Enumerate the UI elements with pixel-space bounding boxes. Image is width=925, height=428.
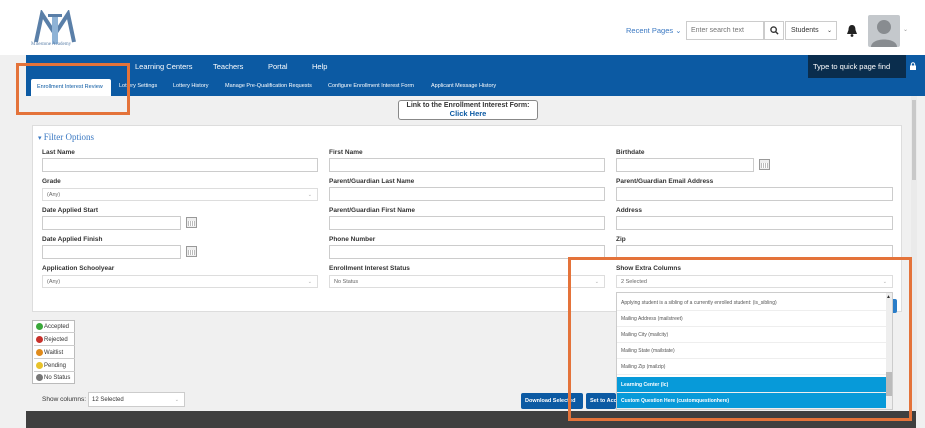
interest-status-select[interactable]: No Status ⌄ — [329, 275, 605, 288]
students-select-value: Students — [791, 27, 819, 34]
schoolyear-select-value: (Any) — [47, 279, 61, 285]
interest-status-label: Enrollment Interest Status — [329, 265, 410, 272]
legend-no-status: No Status — [34, 372, 75, 384]
birthdate-label: Birthdate — [616, 149, 645, 156]
date-applied-start-label: Date Applied Start — [42, 207, 99, 214]
highlight-box-dropdown — [568, 257, 912, 421]
grade-select[interactable]: (Any) ⌄ — [42, 188, 318, 201]
legend-pending-label: Pending — [44, 363, 67, 369]
interest-status-select-value: No Status — [334, 279, 359, 285]
show-columns-select-value: 12 Selected — [92, 397, 124, 403]
date-applied-finish-input[interactable] — [42, 245, 181, 259]
legend-accepted-label: Accepted — [44, 324, 70, 330]
guardian-email-input[interactable] — [616, 187, 893, 201]
students-select[interactable]: Students ⌄ — [785, 21, 837, 40]
first-name-input[interactable] — [329, 158, 605, 172]
nav-portal[interactable]: Portal — [268, 62, 288, 71]
lock-icon — [910, 62, 916, 70]
legend-rejected-label: Rejected — [44, 337, 68, 343]
show-columns-label: Show columns: — [42, 396, 87, 403]
page-scroll-thumb[interactable] — [912, 100, 916, 180]
guardian-last-name-label: Parent/Guardian Last Name — [329, 178, 415, 185]
calendar-icon[interactable] — [186, 246, 197, 257]
no-status-icon — [36, 374, 43, 381]
chevron-down-icon: ⌄ — [826, 28, 832, 34]
guardian-first-name-input[interactable] — [329, 216, 605, 230]
sub-nav: Lottery Settings Lottery History Manage … — [26, 78, 925, 96]
show-columns-select[interactable]: 12 Selected ⌄ — [88, 392, 185, 407]
guardian-first-name-label: Parent/Guardian First Name — [329, 207, 415, 214]
waitlist-icon — [36, 349, 43, 356]
pending-icon — [36, 362, 43, 369]
guardian-email-label: Parent/Guardian Email Address — [616, 178, 714, 185]
chevron-down-icon[interactable]: ⌄ — [903, 26, 908, 33]
rejected-icon — [36, 336, 43, 343]
tab-pre-qualification[interactable]: Manage Pre-Qualification Requests — [225, 83, 312, 89]
phone-number-label: Phone Number — [329, 236, 376, 243]
legend-pending: Pending — [34, 360, 75, 372]
user-avatar-icon — [871, 20, 897, 47]
nav-help[interactable]: Help — [312, 62, 327, 71]
bell-icon[interactable] — [846, 24, 858, 37]
tab-lottery-history[interactable]: Lottery History — [173, 83, 208, 89]
search-input[interactable] — [686, 21, 764, 40]
legend-rejected: Rejected — [34, 334, 75, 346]
caret-down-icon: ▾ — [38, 134, 42, 142]
calendar-icon[interactable] — [759, 159, 770, 170]
logo-text: Milestone Academy — [31, 42, 72, 47]
quick-page-input[interactable]: Type to quick page find — [808, 55, 906, 78]
tab-message-history[interactable]: Applicant Message History — [431, 83, 496, 89]
nav-learning-centers[interactable]: Learning Centers — [135, 62, 193, 71]
chevron-down-icon: ⌄ — [307, 279, 312, 285]
date-applied-finish-label: Date Applied Finish — [42, 236, 103, 243]
tab-configure-form[interactable]: Configure Enrollment Interest Form — [328, 83, 414, 89]
recent-pages-label: Recent Pages — [626, 26, 674, 35]
search-button[interactable] — [764, 21, 784, 40]
legend-waitlist: Waitlist — [34, 347, 75, 359]
chevron-down-icon: ⌄ — [307, 192, 312, 198]
address-label: Address — [616, 207, 643, 214]
link-box-label: Link to the Enrollment Interest Form: — [406, 102, 530, 109]
grade-label: Grade — [42, 178, 61, 185]
accepted-icon — [36, 323, 43, 330]
status-legend: Accepted Rejected Waitlist Pending No St… — [32, 320, 75, 384]
legend-accepted: Accepted — [34, 321, 75, 333]
avatar[interactable] — [868, 15, 900, 47]
birthdate-input[interactable] — [616, 158, 754, 172]
highlight-box-tab — [16, 63, 130, 115]
guardian-last-name-input[interactable] — [329, 187, 605, 201]
date-applied-start-input[interactable] — [42, 216, 181, 230]
schoolyear-select[interactable]: (Any) ⌄ — [42, 275, 318, 288]
filter-options-title: Filter Options — [43, 132, 95, 142]
filter-options-toggle[interactable]: ▾ Filter Options — [38, 132, 94, 142]
phone-number-input[interactable] — [329, 245, 605, 259]
chevron-down-icon: ⌄ — [675, 26, 682, 35]
last-name-input[interactable] — [42, 158, 318, 172]
search-icon — [769, 26, 779, 35]
enrollment-form-link-box: Link to the Enrollment Interest Form: Cl… — [398, 100, 538, 120]
main-nav: Learning Centers Teachers Portal Help — [26, 55, 925, 78]
last-name-label: Last Name — [42, 149, 75, 156]
click-here-link[interactable]: Click Here — [399, 109, 537, 118]
calendar-icon[interactable] — [186, 217, 197, 228]
chevron-down-icon: ⌄ — [174, 397, 179, 403]
legend-waitlist-label: Waitlist — [44, 350, 64, 356]
grade-select-value: (Any) — [47, 192, 61, 198]
recent-pages-menu[interactable]: Recent Pages ⌄ — [626, 26, 682, 35]
zip-label: Zip — [616, 236, 626, 243]
application-schoolyear-label: Application Schoolyear — [42, 265, 115, 272]
nav-teachers[interactable]: Teachers — [213, 62, 243, 71]
address-input[interactable] — [616, 216, 893, 230]
first-name-label: First Name — [329, 149, 363, 156]
legend-no-status-label: No Status — [44, 375, 71, 381]
